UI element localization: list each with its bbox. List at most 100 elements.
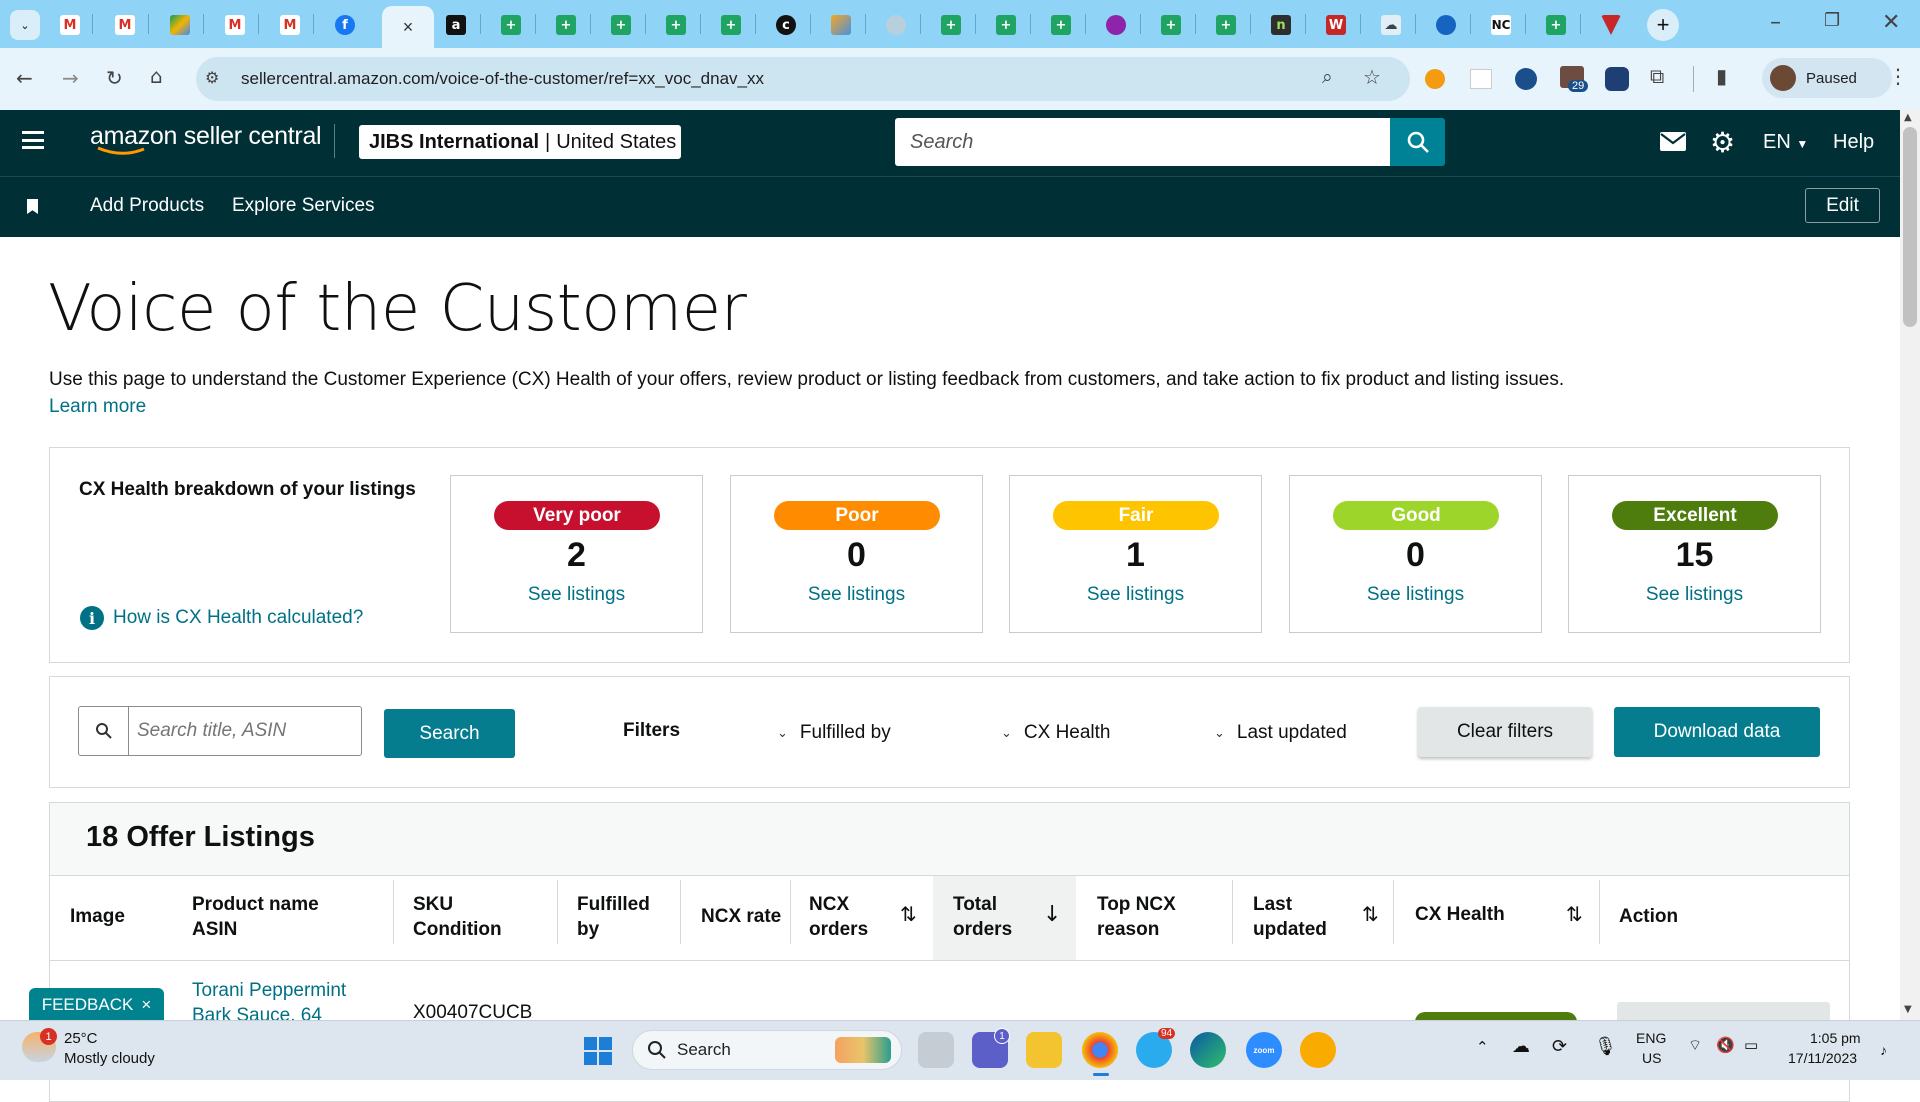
tab-pencil[interactable]	[821, 10, 861, 40]
notification-bell-icon[interactable]: ♪	[1880, 1042, 1887, 1058]
help-link[interactable]: Help	[1833, 131, 1874, 154]
search-button[interactable]: Search	[384, 709, 515, 758]
hamburger-menu-icon[interactable]	[22, 131, 44, 149]
fulfilled-by-filter[interactable]: ⌄ Fulfilled by	[777, 722, 891, 744]
tab-sheets[interactable]: +	[1041, 10, 1081, 40]
extensions-puzzle-icon[interactable]: ⧉	[1650, 64, 1664, 88]
tab-gmail[interactable]: M	[50, 10, 90, 40]
sync-icon[interactable]: ⟳	[1552, 1036, 1567, 1057]
new-tab-plus-icon[interactable]: +	[1647, 9, 1679, 41]
account-switcher[interactable]: JIBS International | United States	[359, 125, 681, 159]
home-icon[interactable]: ⌂	[150, 64, 163, 88]
taskbar-search[interactable]: Search	[632, 1030, 902, 1070]
sort-updown-icon[interactable]: ⇅	[1566, 902, 1583, 926]
close-icon[interactable]: ×	[403, 17, 414, 38]
url-text[interactable]: sellercentral.amazon.com/voice-of-the-cu…	[241, 69, 764, 89]
col-cx-health[interactable]: CX Health	[1415, 902, 1505, 927]
col-total-orders[interactable]: Total orders	[953, 892, 1012, 942]
zoom-icon[interactable]: ⌕	[1322, 66, 1333, 88]
kebab-menu-icon[interactable]: ⋮	[1888, 64, 1908, 88]
tab-gmail[interactable]: M	[105, 10, 145, 40]
tab-sheets[interactable]: +	[1536, 10, 1576, 40]
tab-sheets[interactable]: +	[1206, 10, 1246, 40]
settings-gear-icon[interactable]: ⚙	[1710, 126, 1735, 159]
sort-down-arrow-icon[interactable]: ↓	[1043, 902, 1061, 927]
tab-search-icon[interactable]: ⌄	[5, 10, 45, 40]
clock-date[interactable]: 17/11/2023	[1788, 1050, 1857, 1066]
tab-wing[interactable]	[1426, 10, 1466, 40]
forward-arrow-icon[interactable]: →	[62, 66, 79, 90]
col-sku[interactable]: SKU Condition	[413, 892, 502, 942]
volume-muted-icon[interactable]: 🔇	[1716, 1036, 1735, 1054]
windows-start-icon[interactable]	[584, 1037, 612, 1065]
tab-n[interactable]: n	[1261, 10, 1301, 40]
scroll-up-icon[interactable]: ▲	[1904, 112, 1912, 123]
battery-icon[interactable]: ▭	[1744, 1036, 1758, 1054]
nav-explore-services[interactable]: Explore Services	[232, 195, 375, 217]
tab-amazon[interactable]: a	[436, 10, 476, 40]
microphone-icon[interactable]: 🎙	[1594, 1036, 1617, 1057]
header-search-input[interactable]: Search	[895, 118, 1391, 166]
see-listings-link[interactable]: See listings	[1569, 584, 1820, 606]
tab-purple[interactable]	[1096, 10, 1136, 40]
onedrive-cloud-icon[interactable]: ☁	[1512, 1036, 1530, 1057]
window-close-icon[interactable]: ✕	[1882, 10, 1900, 35]
tab-drive[interactable]	[160, 10, 200, 40]
weather-desc[interactable]: Mostly cloudy	[64, 1050, 155, 1067]
clear-filters-button[interactable]: Clear filters	[1418, 707, 1592, 757]
close-icon[interactable]: ×	[141, 995, 151, 1015]
tab-sheets[interactable]: +	[601, 10, 641, 40]
feedback-tab[interactable]: FEEDBACK ×	[29, 988, 164, 1022]
tab-sheets[interactable]: +	[986, 10, 1026, 40]
bookmark-star-icon[interactable]: ☆	[1363, 65, 1381, 89]
see-listings-link[interactable]: See listings	[1290, 584, 1541, 606]
tab-nc[interactable]: NC	[1481, 10, 1521, 40]
chevron-up-icon[interactable]: ⌃	[1476, 1038, 1489, 1056]
edit-nav-button[interactable]: Edit	[1805, 188, 1880, 223]
tab-active-close[interactable]: ×	[382, 6, 434, 48]
how-calculated-link[interactable]: i How is CX Health calculated?	[80, 606, 363, 630]
extension-blue-icon[interactable]	[1515, 68, 1537, 90]
tab-facebook[interactable]: f	[325, 10, 365, 40]
back-arrow-icon[interactable]: ←	[16, 66, 33, 90]
tab-circle[interactable]: c	[766, 10, 806, 40]
col-fulfilled-by[interactable]: Fulfilled by	[577, 892, 650, 942]
learn-more-link[interactable]: Learn more	[49, 396, 146, 418]
zoom-icon[interactable]: zoom	[1246, 1032, 1282, 1068]
download-data-button[interactable]: Download data	[1614, 707, 1820, 757]
file-explorer-window-icon[interactable]	[918, 1032, 954, 1068]
language-line1[interactable]: ENG	[1636, 1030, 1666, 1046]
folder-icon[interactable]	[1026, 1032, 1062, 1068]
tab-loading[interactable]	[876, 10, 916, 40]
extension-grid-icon[interactable]	[1605, 67, 1629, 91]
nav-add-products[interactable]: Add Products	[90, 195, 204, 217]
scrollbar-thumb[interactable]	[1903, 127, 1917, 327]
col-last-updated[interactable]: Last updated	[1253, 892, 1327, 942]
header-search-button[interactable]	[1390, 118, 1445, 166]
see-listings-link[interactable]: See listings	[451, 584, 702, 606]
minimize-icon[interactable]: –	[1770, 10, 1781, 35]
scroll-down-icon[interactable]: ▼	[1904, 1004, 1912, 1015]
edge-icon[interactable]	[1190, 1032, 1226, 1068]
extension-text-icon[interactable]	[1470, 69, 1492, 89]
language-selector[interactable]: EN ▼	[1763, 131, 1808, 154]
tab-sheets[interactable]: +	[931, 10, 971, 40]
tab-gmail[interactable]: M	[215, 10, 255, 40]
col-ncx-orders[interactable]: NCX orders	[809, 892, 868, 942]
wifi-icon[interactable]: ⌔	[1688, 1036, 1702, 1055]
restore-icon[interactable]: ❐	[1824, 10, 1840, 31]
tab-sheets[interactable]: +	[711, 10, 751, 40]
tab-sheets[interactable]: +	[546, 10, 586, 40]
tab-triangle[interactable]	[1591, 10, 1631, 40]
row-action-button[interactable]	[1617, 1002, 1830, 1022]
last-updated-filter[interactable]: ⌄ Last updated	[1214, 722, 1347, 744]
extension-orange-icon[interactable]	[1425, 69, 1445, 89]
cx-health-filter[interactable]: ⌄ CX Health	[1001, 722, 1111, 744]
clock-time[interactable]: 1:05 pm	[1810, 1030, 1861, 1046]
weather-temp[interactable]: 25°C	[64, 1030, 98, 1047]
tab-sheets[interactable]: +	[1151, 10, 1191, 40]
tab-gmail[interactable]: M	[270, 10, 310, 40]
listing-search-input[interactable]	[137, 707, 357, 755]
sort-updown-icon[interactable]: ⇅	[900, 902, 917, 926]
chrome-canary-icon[interactable]	[1300, 1032, 1336, 1068]
